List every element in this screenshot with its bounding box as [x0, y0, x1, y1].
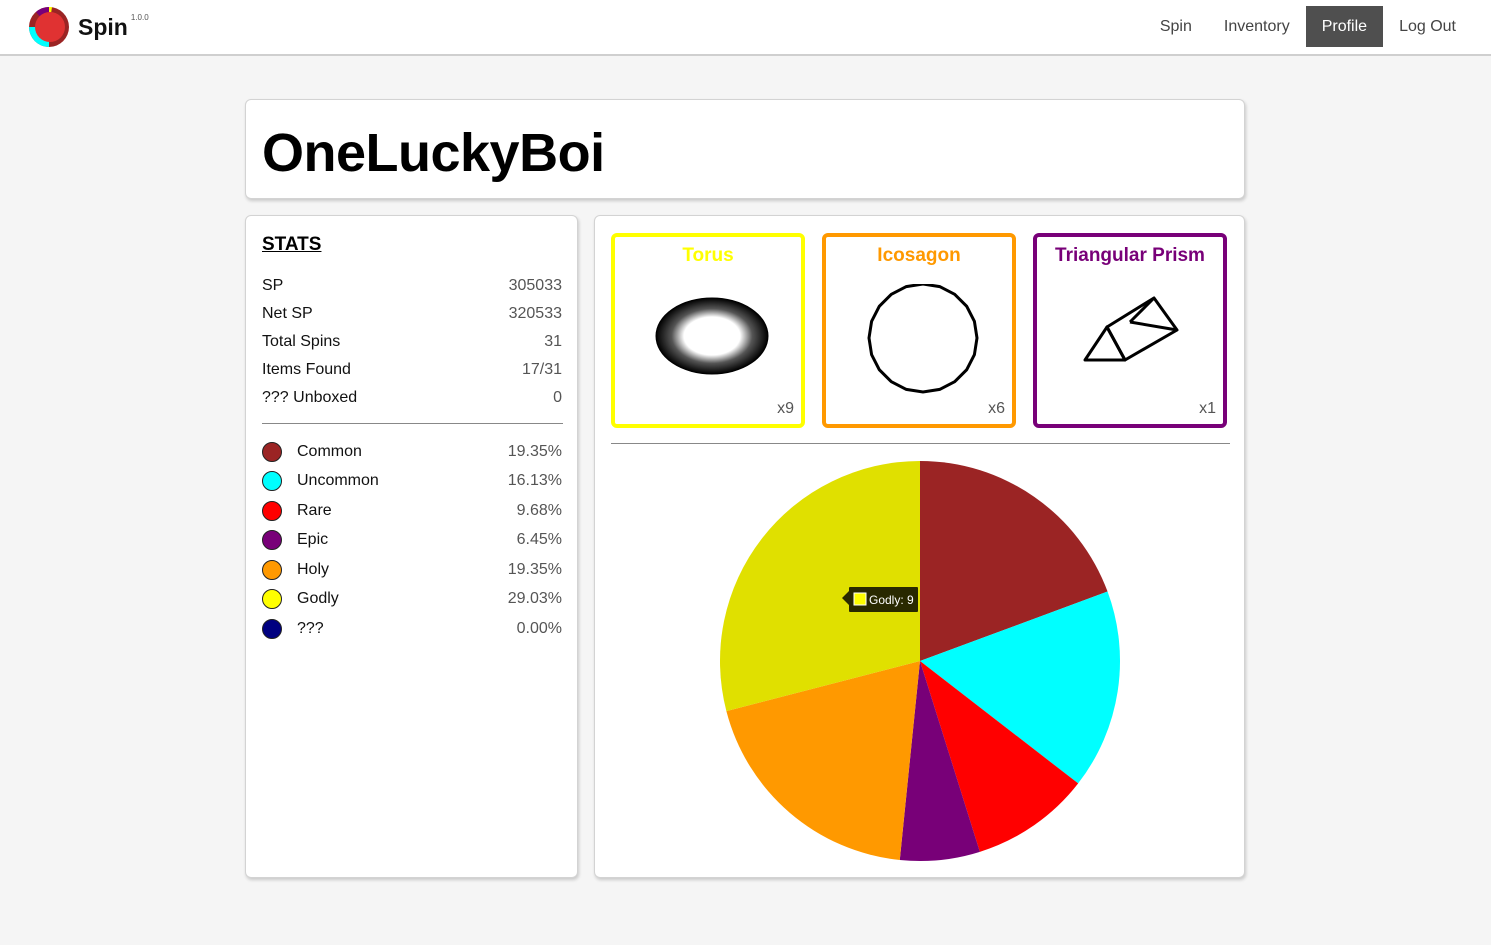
stat-label: Items Found — [262, 361, 351, 378]
brand[interactable]: Spin 1.0.0 — [28, 5, 149, 49]
pie-tooltip-text: Godly: 9 — [869, 593, 914, 607]
rarity-percent: 29.03% — [507, 590, 562, 607]
rarity-row-uncommon: Uncommon 16.13% — [262, 469, 562, 493]
rarity-percent: 0.00% — [516, 620, 562, 637]
rarity-row-unknown: ??? 0.00% — [262, 617, 562, 641]
stat-value: 305033 — [508, 277, 562, 294]
stat-row-total-spins: Total Spins 31 — [262, 331, 562, 353]
item-card-icosagon[interactable]: Icosagon x6 — [822, 233, 1016, 428]
rarity-percent: 9.68% — [516, 502, 562, 519]
stat-label: SP — [262, 277, 284, 294]
brand-version: 1.0.0 — [130, 12, 149, 22]
stats-divider — [262, 423, 563, 424]
nav-profile[interactable]: Profile — [1305, 6, 1384, 47]
rarity-name: Godly — [297, 590, 339, 607]
rarity-row-godly: Godly 29.03% — [262, 587, 562, 611]
rarity-percent: 16.13% — [507, 472, 562, 489]
stats-heading: STATS — [262, 234, 322, 255]
icosagon-icon — [867, 284, 979, 394]
rarity-row-rare: Rare 9.68% — [262, 499, 562, 523]
brand-name: Spin — [78, 13, 128, 40]
triangular-prism-icon — [1083, 296, 1179, 362]
items-panel: Torus x9 Icosagon x6 Triangular Prism x1… — [594, 215, 1245, 878]
spin-logo-icon — [29, 6, 69, 47]
torus-icon — [655, 297, 769, 375]
rarity-swatch — [262, 589, 282, 609]
stat-value: 0 — [553, 389, 562, 406]
stat-row-sp: SP 305033 — [262, 275, 562, 297]
item-count: x6 — [988, 400, 1005, 417]
stat-value: 17/31 — [521, 361, 562, 378]
rarity-swatch — [262, 471, 282, 491]
item-count: x9 — [777, 400, 794, 417]
stat-row-net-sp: Net SP 320533 — [262, 303, 562, 325]
rarity-row-epic: Epic 6.45% — [262, 528, 562, 552]
rarity-swatch — [262, 442, 282, 462]
nav-log-out[interactable]: Log Out — [1383, 6, 1472, 47]
stat-value: 31 — [544, 333, 562, 350]
rarity-name: Epic — [297, 531, 329, 548]
nav-links: Spin Inventory Profile Log Out — [1144, 6, 1472, 47]
stat-row-items-found: Items Found 17/31 — [262, 359, 562, 381]
rarity-swatch — [262, 560, 282, 580]
item-card-torus[interactable]: Torus x9 — [611, 233, 805, 428]
rarity-row-common: Common 19.35% — [262, 440, 562, 464]
navbar: Spin 1.0.0 Spin Inventory Profile Log Ou… — [0, 0, 1491, 56]
rarity-swatch — [262, 619, 282, 639]
rarity-name: Common — [297, 443, 362, 460]
item-name: Torus — [682, 245, 734, 266]
item-card-triangular-prism[interactable]: Triangular Prism x1 — [1033, 233, 1227, 428]
item-count: x1 — [1199, 400, 1216, 417]
stat-label: ??? Unboxed — [262, 389, 358, 406]
username: OneLuckyBoi — [262, 123, 605, 183]
nav-inventory[interactable]: Inventory — [1208, 6, 1306, 47]
profile-header: OneLuckyBoi — [245, 99, 1245, 199]
nav-spin[interactable]: Spin — [1144, 6, 1208, 47]
rarity-name: Holy — [297, 561, 330, 578]
rarity-name: Rare — [297, 502, 332, 519]
stat-label: Total Spins — [262, 333, 341, 350]
rarity-name: ??? — [297, 620, 324, 637]
rarity-percent: 6.45% — [516, 531, 562, 548]
rarity-swatch — [262, 501, 282, 521]
rarity-swatch — [262, 530, 282, 550]
stats-panel: STATS SP 305033 Net SP 320533 Total Spin… — [245, 215, 578, 878]
pie-tooltip: Godly: 9 — [842, 587, 918, 612]
items-divider — [611, 443, 1230, 444]
item-name: Icosagon — [877, 245, 961, 266]
stat-row-unboxed: ??? Unboxed 0 — [262, 387, 562, 409]
rarity-percent: 19.35% — [507, 561, 562, 578]
rarity-pie-chart: Godly: 9 — [719, 461, 1121, 861]
stat-value: 320533 — [508, 305, 562, 322]
rarity-name: Uncommon — [297, 472, 379, 489]
stat-label: Net SP — [262, 305, 313, 322]
rarity-percent: 19.35% — [507, 443, 562, 460]
item-name: Triangular Prism — [1055, 245, 1205, 266]
rarity-row-holy: Holy 19.35% — [262, 558, 562, 582]
